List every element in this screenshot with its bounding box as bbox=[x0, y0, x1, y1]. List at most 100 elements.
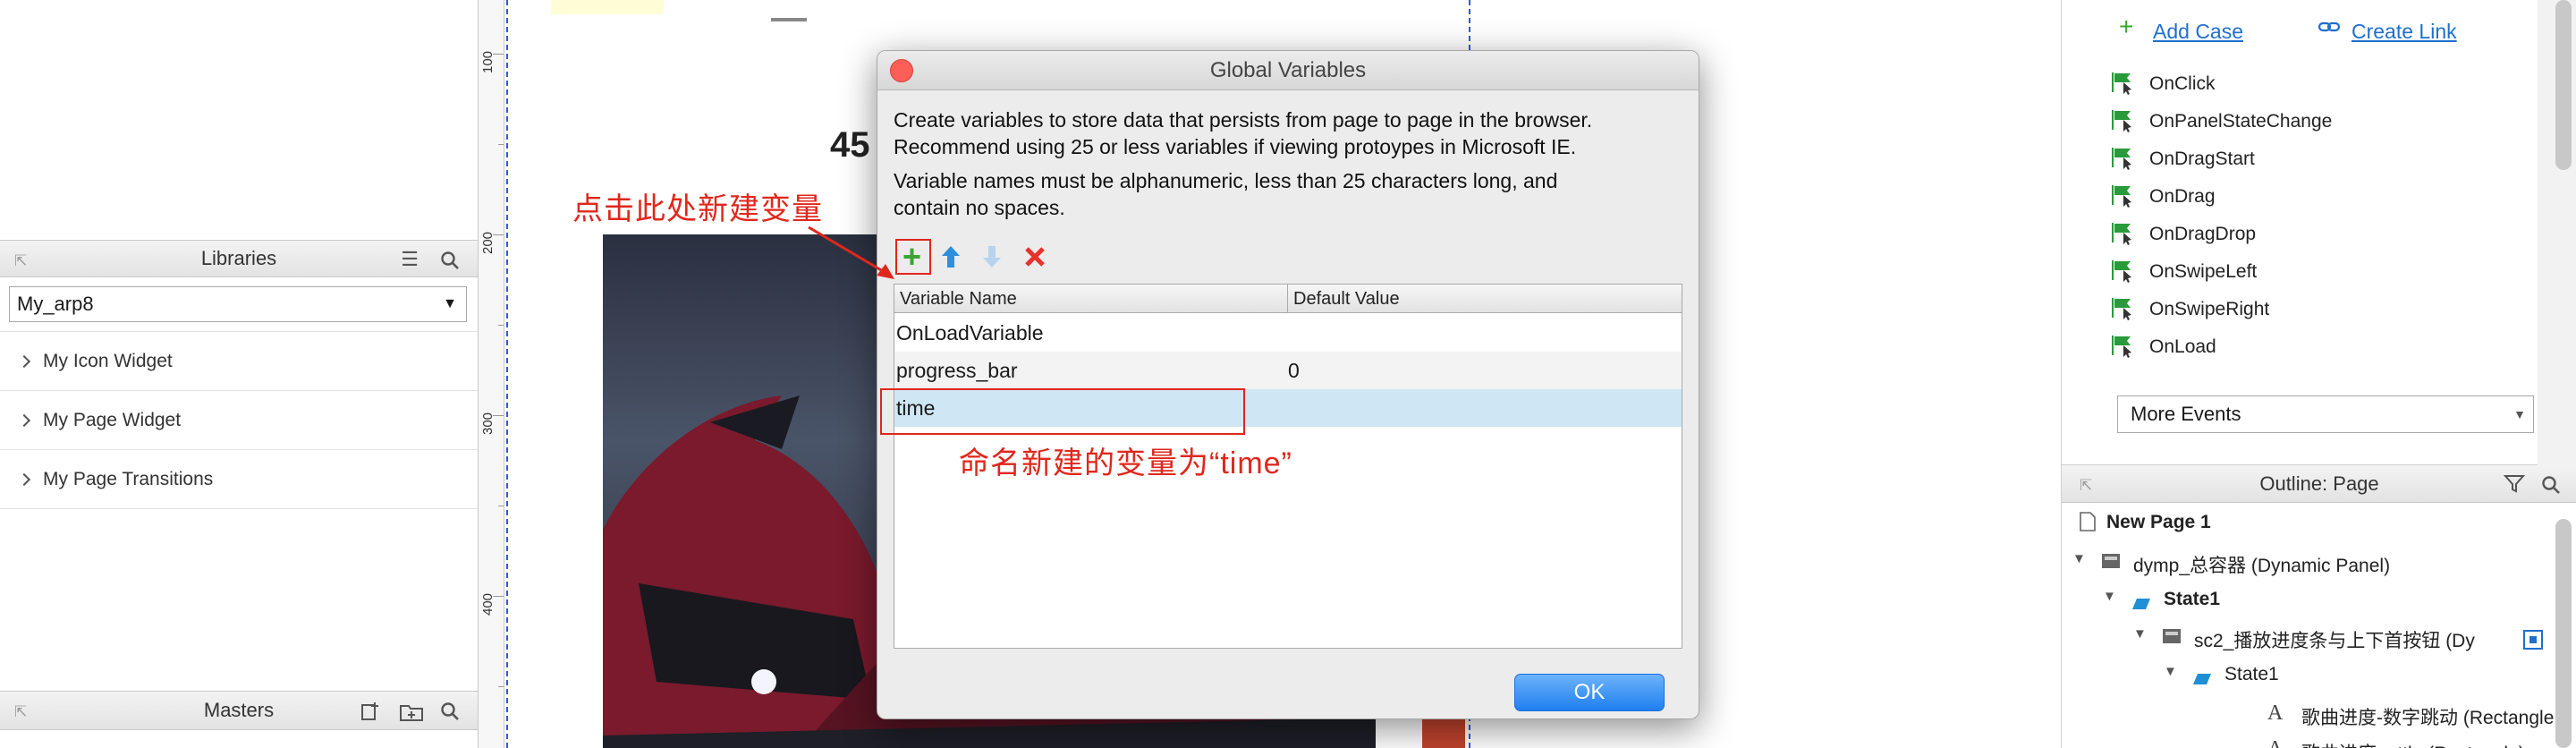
triangle-down-icon[interactable]: ▼ bbox=[2072, 551, 2086, 566]
outline-item-page[interactable]: New Page 1 bbox=[2106, 512, 2211, 533]
state-icon bbox=[2131, 592, 2151, 616]
collapse-icon[interactable]: ⇱ bbox=[2080, 477, 2092, 495]
canvas-text[interactable]: 45 bbox=[830, 125, 870, 166]
sticky-note[interactable] bbox=[551, 0, 664, 14]
outline-item-state[interactable]: State1 bbox=[2224, 664, 2279, 685]
event-label: OnDragStart bbox=[2149, 149, 2255, 169]
default-value-cell[interactable]: 0 bbox=[1288, 352, 1300, 389]
library-item-page-widget[interactable]: My Page Widget bbox=[0, 391, 478, 450]
library-item-label: My Page Widget bbox=[43, 409, 182, 430]
ruler-tick bbox=[498, 686, 504, 687]
outline-item-state[interactable]: State1 bbox=[2164, 589, 2220, 610]
move-down-button[interactable] bbox=[981, 244, 1003, 275]
add-master-icon[interactable] bbox=[360, 701, 381, 727]
table-row[interactable]: progress_bar 0 bbox=[894, 352, 1682, 389]
masters-header: ⇱ Masters bbox=[0, 691, 478, 730]
filter-icon[interactable] bbox=[2503, 474, 2527, 499]
event-icon bbox=[2112, 336, 2131, 358]
event-icon bbox=[2112, 298, 2131, 320]
event-label: OnDragDrop bbox=[2149, 224, 2257, 244]
outline-title: Outline: Page bbox=[2259, 472, 2379, 495]
vertical-ruler: 100 200 300 400 bbox=[478, 0, 504, 748]
event-onclick[interactable]: OnClick bbox=[2112, 72, 2216, 95]
description-line: Create variables to store data that pers… bbox=[894, 108, 1593, 132]
dialog-description: Create variables to store data that pers… bbox=[894, 106, 1592, 160]
collapse-icon[interactable]: ⇱ bbox=[14, 252, 27, 270]
guide-line bbox=[506, 0, 508, 748]
event-onswipeleft[interactable]: OnSwipeLeft bbox=[2112, 260, 2257, 283]
column-header-name[interactable]: Variable Name bbox=[894, 285, 1288, 313]
event-icon bbox=[2112, 72, 2131, 95]
link-icon bbox=[2318, 18, 2341, 41]
search-icon[interactable] bbox=[440, 251, 460, 276]
outline-header: ⇱ Outline: Page bbox=[2062, 465, 2576, 503]
outline-item-dynamic-panel[interactable]: dymp_总容器 (Dynamic Panel) bbox=[2133, 551, 2390, 578]
annotation-highlight-box bbox=[880, 388, 1245, 435]
triangle-down-icon[interactable]: ▼ bbox=[2164, 664, 2177, 679]
right-panel: + Add Case Create Link OnClick OnPanelSt… bbox=[2061, 0, 2576, 748]
collapse-icon[interactable]: ⇱ bbox=[14, 703, 27, 721]
add-case-link[interactable]: Add Case bbox=[2153, 20, 2243, 44]
page-icon bbox=[2080, 512, 2096, 537]
dialog-rules: Variable names must be alphanumeric, les… bbox=[894, 167, 1557, 221]
create-link[interactable]: Create Link bbox=[2351, 20, 2457, 44]
global-variables-dialog: Global Variables Create variables to sto… bbox=[877, 50, 1699, 719]
event-ondrag[interactable]: OnDrag bbox=[2112, 185, 2216, 208]
canvas-shape[interactable] bbox=[1422, 716, 1465, 748]
outline-panel: ⇱ Outline: Page New Page 1 ▼ dymp_总容器 (D… bbox=[2062, 465, 2576, 748]
search-icon[interactable] bbox=[2541, 475, 2561, 500]
menu-icon[interactable]: ☰ bbox=[401, 248, 419, 271]
description-line: Recommend using 25 or less variables if … bbox=[894, 135, 1577, 158]
variable-name-cell[interactable]: progress_bar bbox=[896, 352, 1018, 389]
scrollbar-thumb[interactable] bbox=[2555, 519, 2572, 748]
chevron-right-icon bbox=[17, 472, 31, 486]
plus-icon: + bbox=[902, 238, 922, 275]
event-label: OnDrag bbox=[2149, 186, 2216, 207]
dialog-title: Global Variables bbox=[1209, 58, 1367, 82]
chevron-right-icon bbox=[17, 354, 31, 368]
outline-item-rectangle[interactable]: 歌曲进度 ...ttle (Rectangle) bbox=[2301, 739, 2573, 748]
event-label: OnClick bbox=[2149, 73, 2216, 94]
annotation-name-variable: 命名新建的变量为“time” bbox=[959, 446, 1292, 480]
masters-title: Masters bbox=[203, 699, 275, 721]
ruler-tick bbox=[493, 54, 504, 55]
dynamic-panel-icon bbox=[2162, 626, 2183, 651]
library-select[interactable]: My_arp8 ▼ bbox=[9, 286, 467, 322]
library-item-page-transitions[interactable]: My Page Transitions bbox=[0, 450, 478, 509]
libraries-header: ⇱ Libraries ☰ bbox=[0, 240, 478, 277]
arrow-up-icon bbox=[942, 246, 960, 268]
move-up-button[interactable] bbox=[940, 244, 962, 275]
text-widget-icon: A bbox=[2267, 701, 2284, 725]
dash-shape[interactable] bbox=[771, 18, 807, 21]
more-events-select[interactable]: More Events ▼ bbox=[2117, 395, 2534, 433]
ruler-tick bbox=[493, 415, 504, 416]
close-button[interactable] bbox=[890, 59, 913, 82]
add-folder-icon[interactable] bbox=[399, 701, 424, 727]
triangle-down-icon[interactable]: ▼ bbox=[2103, 589, 2116, 604]
delete-button[interactable] bbox=[1024, 246, 1046, 273]
ruler-tick bbox=[498, 144, 504, 145]
event-label: OnLoad bbox=[2149, 336, 2216, 357]
delete-x-icon bbox=[1025, 247, 1045, 267]
search-icon[interactable] bbox=[440, 701, 460, 727]
ruler-tick bbox=[493, 234, 504, 235]
outline-item-nested-panel[interactable]: sc2_播放进度条与上下首按钮 (Dy bbox=[2194, 626, 2475, 653]
library-item-label: My Page Transitions bbox=[43, 468, 214, 489]
library-item-label: My Icon Widget bbox=[43, 350, 173, 371]
event-ondragstart[interactable]: OnDragStart bbox=[2112, 148, 2255, 170]
event-onswiperight[interactable]: OnSwipeRight bbox=[2112, 298, 2270, 320]
rule-line: Variable names must be alphanumeric, les… bbox=[894, 169, 1558, 192]
event-label: OnSwipeRight bbox=[2149, 299, 2270, 319]
library-item-icon-widget[interactable]: My Icon Widget bbox=[0, 332, 478, 391]
event-icon bbox=[2112, 223, 2131, 245]
outline-item-rectangle[interactable]: 歌曲进度-数字跳动 (Rectangle bbox=[2301, 703, 2573, 730]
table-row[interactable]: OnLoadVariable bbox=[894, 314, 1682, 352]
scrollbar-thumb[interactable] bbox=[2555, 0, 2572, 170]
event-onpanelstatechange[interactable]: OnPanelStateChange bbox=[2112, 110, 2332, 132]
event-onload[interactable]: OnLoad bbox=[2112, 336, 2216, 358]
variable-name-cell[interactable]: OnLoadVariable bbox=[896, 314, 1044, 352]
ok-button[interactable]: OK bbox=[1514, 674, 1665, 711]
event-ondragdrop[interactable]: OnDragDrop bbox=[2112, 223, 2257, 245]
triangle-down-icon[interactable]: ▼ bbox=[2133, 626, 2147, 642]
column-header-default[interactable]: Default Value bbox=[1288, 285, 1682, 313]
